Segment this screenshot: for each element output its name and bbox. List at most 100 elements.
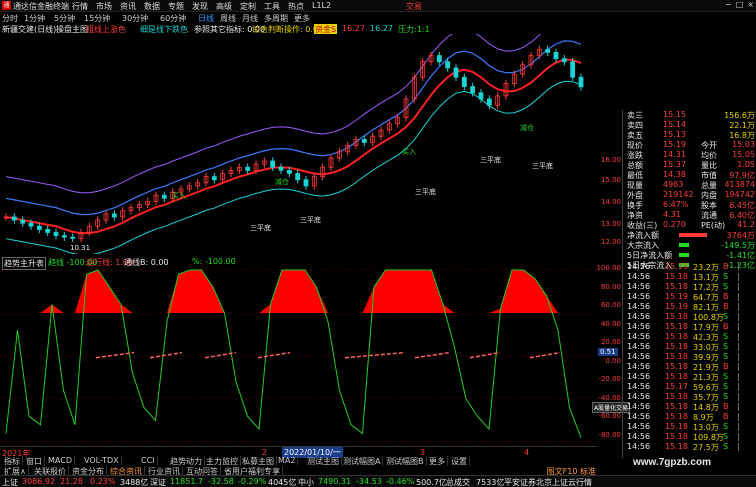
tick-time: 14:56 xyxy=(627,422,651,431)
indicator-tab-5[interactable]: 趋势动力 xyxy=(168,456,205,466)
sub-fill-area xyxy=(374,270,386,313)
tick-side: B xyxy=(723,262,729,271)
main-kline-chart[interactable]: 三平底三平底三平底三平底三平底买入减仓买入减仓10.31 xyxy=(0,34,598,254)
sub-value-axis: 100.00 80.00 60.00 40.00 20.00 0.00 -20.00 -40.… xyxy=(597,256,622,446)
menu-item-6[interactable]: 高级 xyxy=(216,1,232,12)
indicator-tab-6[interactable]: 主力监控 xyxy=(204,456,241,466)
index-label[interactable]: 中小 xyxy=(298,477,314,487)
indicator-tab-9[interactable]: 测试主图 xyxy=(305,456,342,466)
f10-link[interactable]: 图文F10 标准 xyxy=(547,466,596,475)
bottom-label: 三平底 xyxy=(300,215,321,224)
trade-button[interactable]: 交易 xyxy=(406,1,422,12)
tick-sep-icon: | xyxy=(737,282,740,291)
minimize-icon[interactable]: − xyxy=(725,0,732,11)
tick-time: 14:56 xyxy=(627,342,651,351)
sub-fill-area xyxy=(385,270,397,313)
sub-fill-area xyxy=(201,270,213,313)
watermark-text: www.7gpzb.com xyxy=(633,457,711,468)
close-icon[interactable]: × xyxy=(747,0,754,11)
menu-item-10[interactable]: L1L2 xyxy=(312,1,331,10)
indicator-tab-2[interactable]: MACD xyxy=(46,456,75,465)
extension-tab-0[interactable]: 扩展∧ xyxy=(2,466,29,475)
indicator-tab-3[interactable]: VOL-TDX xyxy=(82,456,122,465)
signal-label: 买入 xyxy=(402,148,416,156)
signal-label: 买入 xyxy=(172,192,186,200)
tick-price: 15.18 xyxy=(665,432,688,441)
info-item-4: 综合判断操作: 0.00 xyxy=(252,25,324,34)
quote-price: 15.14 xyxy=(663,120,686,129)
indicator-tab-4[interactable]: CCI xyxy=(139,456,158,465)
tick-row: 14:56 15.18 109.8万 S | xyxy=(623,432,756,442)
tick-time: 14:56 xyxy=(627,392,651,401)
tick-row: 14:56 15.18 13.0万 S | xyxy=(623,422,756,432)
window-controls: − □ × xyxy=(725,0,754,11)
sub-fill-area xyxy=(98,270,110,313)
maximize-icon[interactable]: □ xyxy=(736,0,744,11)
period-bar: 分时 1分钟 5分钟 15分钟 30分钟 60分钟 日线 周线 月线 多周期 更多 xyxy=(0,12,430,23)
quote-value-2: 1.05 xyxy=(737,160,755,169)
indicator-tab-13[interactable]: 设置 xyxy=(449,456,470,466)
indicator-tab-0[interactable]: 指标 xyxy=(2,456,23,466)
tick-side: B xyxy=(723,412,729,421)
extension-tab-4[interactable]: 行业资讯 xyxy=(146,466,183,475)
tick-sep-icon: | xyxy=(737,342,740,351)
tick-list[interactable]: 14:56 15.19 23.2万 B | 14:56 15.18 13.1万 S | 14:56 1… xyxy=(622,262,756,458)
tick-row: 14:56 15.18 27.5万 S | xyxy=(623,442,756,452)
sub-fill-area xyxy=(535,278,547,313)
tick-side: S xyxy=(723,332,729,341)
extension-tab-1[interactable]: 关联报价 xyxy=(32,466,69,475)
tick-row: 14:56 15.18 13.1万 S | xyxy=(623,272,756,282)
index-label[interactable]: 上证 xyxy=(2,477,18,487)
extension-tab-5[interactable]: 互动问答 xyxy=(184,466,221,475)
formula-name[interactable]: 操盘主图 xyxy=(56,24,88,34)
tick-sep-icon: | xyxy=(737,312,740,321)
quote-price: 4983 xyxy=(663,180,684,189)
tick-price: 15.19 xyxy=(665,302,688,311)
menu-item-8[interactable]: 工具 xyxy=(264,1,280,12)
tick-sep-icon: | xyxy=(737,302,740,311)
menu-item-5[interactable]: 发现 xyxy=(192,1,208,12)
candle-body xyxy=(486,98,492,106)
menu-item-1[interactable]: 市场 xyxy=(96,1,112,12)
menu-item-4[interactable]: 专题 xyxy=(168,1,184,12)
quote-source[interactable]: 平安证券北京上证云行情 xyxy=(504,477,592,487)
tick-sep-icon: | xyxy=(737,272,740,281)
tick-price: 15.18 xyxy=(665,282,688,291)
menu-item-3[interactable]: 数据 xyxy=(144,1,160,12)
tick-sep-icon: | xyxy=(737,442,740,451)
sub-fill-area xyxy=(109,287,121,313)
sub-indicator-chart[interactable] xyxy=(0,256,598,446)
info-item-2: 细是线下跌色 xyxy=(140,25,188,34)
candle-body xyxy=(453,67,459,78)
tick-price: 15.18 xyxy=(665,362,688,371)
tick-price: 15.18 xyxy=(665,312,688,321)
tick-price: 15.18 xyxy=(665,322,688,331)
sub-indicator-name[interactable]: 趋势主升表 xyxy=(2,257,46,270)
quote-row: 净资 4.31 流通 6.40亿 xyxy=(623,210,756,220)
indicator-tab-7[interactable]: 私募主图 xyxy=(240,456,277,466)
tick-time: 14:56 xyxy=(627,282,651,291)
extension-tab-6[interactable]: 省用户福利专享 xyxy=(222,466,283,475)
menu-item-2[interactable]: 资讯 xyxy=(120,1,136,12)
quote-row: 外盘 219142 内盘 194742 xyxy=(623,190,756,200)
extension-tab-3[interactable]: 综合资讯 xyxy=(108,466,145,475)
extension-tab-2[interactable]: 资金分布 xyxy=(70,466,107,475)
indicator-tab-12[interactable]: 更多 xyxy=(427,456,448,466)
candle-body xyxy=(45,228,51,233)
tick-row: 14:56 15.18 14.8万 B | xyxy=(623,402,756,412)
indicator-tab-1[interactable]: 窗口 xyxy=(24,456,45,466)
menu-item-7[interactable]: 定制 xyxy=(240,1,256,12)
indicator-tab-11[interactable]: 测试幅图B xyxy=(384,456,427,466)
indicator-tab-10[interactable]: 测试幅图A xyxy=(341,456,384,466)
tick-time: 14:56 xyxy=(627,362,651,371)
app-logo-icon: 通 xyxy=(2,1,11,10)
index-label[interactable]: 深证 xyxy=(150,477,166,487)
indicator-tab-8[interactable]: MA2 xyxy=(276,456,299,465)
menu-item-9[interactable]: 热点 xyxy=(288,1,304,12)
sub-fill-area xyxy=(259,304,271,313)
menu-item-0[interactable]: 行情 xyxy=(72,1,88,12)
tick-price: 15.18 xyxy=(665,402,688,411)
candle-body xyxy=(303,179,309,187)
quote-value-2: 15.05 xyxy=(732,150,755,159)
index-change: 21.28 xyxy=(60,477,83,486)
